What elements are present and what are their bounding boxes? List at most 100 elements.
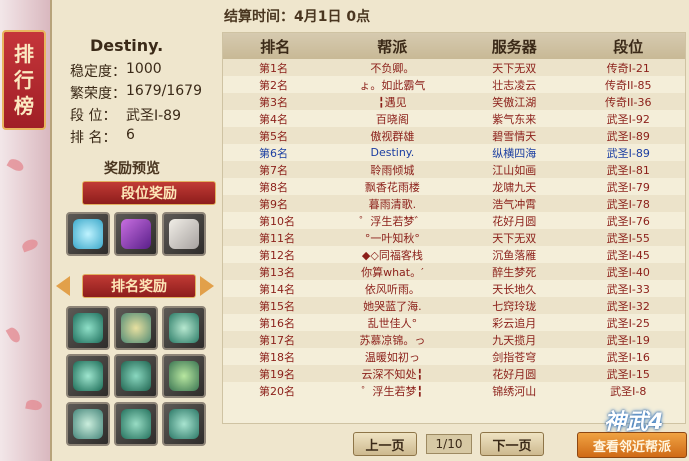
rank-cell: 第19名 (259, 367, 295, 381)
info-value: 6 (126, 127, 135, 143)
table-row[interactable]: 第3名 ╏遇见 笑傲江湖 传奇II-36 (223, 93, 685, 110)
dragon-icon[interactable] (66, 212, 110, 256)
tier-cell: 传奇I-21 (606, 61, 650, 75)
jade-bridge-icon[interactable] (66, 354, 110, 398)
tier-cell: 武圣I-8 (610, 384, 647, 398)
guild-cell: ◆◇同福客栈 (361, 248, 423, 262)
table-row[interactable]: 第7名 聆雨倾城 江山如画 武圣I-81 (223, 161, 685, 178)
tier-cell: 武圣I-78 (606, 197, 650, 211)
table-row[interactable]: 第8名 飘香花雨楼 龙啸九天 武圣I-79 (223, 178, 685, 195)
info-value: 武圣I-89 (126, 108, 181, 124)
prev-page-button[interactable]: 上一页 (353, 432, 417, 456)
info-value: 1000 (126, 61, 162, 77)
rank-cell: 第2名 (259, 78, 288, 92)
rank-cell: 第20名 (259, 384, 295, 398)
guild-cell: 傲视群雄 (370, 129, 415, 143)
jade-arch-icon[interactable] (66, 402, 110, 446)
next-page-button[interactable]: 下一页 (480, 432, 544, 456)
col-server-header: 服务器 (491, 37, 537, 56)
jade-ship-icon[interactable] (66, 306, 110, 350)
rank-cell: 第15名 (259, 299, 295, 313)
jade-temple-icon[interactable] (114, 354, 158, 398)
table-row[interactable]: 第1名 不负卿。 天下无双 传奇I-21 (223, 59, 685, 76)
rank-cell: 第13名 (259, 265, 295, 279)
table-row[interactable]: 第14名 依风听雨。 天长地久 武圣I-33 (223, 280, 685, 297)
tier-cell: 武圣I-19 (606, 333, 650, 347)
table-row[interactable]: 第20名 ゜浮生若梦╏ 锦绣河山 武圣I-8 (223, 382, 685, 399)
player-name: Destiny. (90, 36, 164, 55)
info-label: 繁荣度： (70, 86, 126, 102)
table-row[interactable]: 第17名 苏慕凉锦。っ 九天揽月 武圣I-19 (223, 331, 685, 348)
ranking-table[interactable]: 排名 帮派 服务器 段位 第1名 不负卿。 天下无双 传奇I-21 第2名 ょ。如此霸气壮… (222, 32, 686, 424)
jade-ring-icon[interactable] (162, 402, 206, 446)
prev-arrow-icon[interactable] (56, 276, 70, 296)
ranking-panel: 结算时间：4月1日 0点 Destiny. 稳定度： 1000 繁荣度： 1679/… (50, 0, 689, 461)
server-cell: 碧雪情天 (492, 129, 537, 143)
table-row[interactable]: 第10名 ゜浮生若梦゛ 花好月圆 武圣I-76 (223, 212, 685, 229)
rank-cell: 第4名 (259, 112, 288, 126)
guild-cell: 你算what。′ (361, 265, 424, 279)
info-label: 段 位： (70, 108, 117, 124)
settle-time: 结算时间：4月1日 0点 (224, 9, 371, 25)
next-arrow-icon[interactable] (200, 276, 214, 296)
tier-cell: 武圣I-45 (606, 248, 650, 262)
ranking-banner: 排 行 榜 (2, 30, 46, 130)
guild-cell: 聆雨倾城 (370, 163, 415, 177)
guild-cell: ゜浮生若梦゛ (359, 214, 426, 228)
rank-cell: 第11名 (259, 231, 295, 245)
server-cell: 七窍玲珑 (492, 299, 537, 313)
tier-cell: 武圣I-81 (606, 163, 650, 177)
guild-cell: 乱世佳人° (367, 316, 418, 330)
side-scroll-decoration: 排 行 榜 (0, 0, 50, 461)
server-cell: 浩气冲霄 (492, 197, 537, 211)
tier-cell: 武圣I-79 (606, 180, 650, 194)
jade-pavilion-icon[interactable] (162, 354, 206, 398)
table-row[interactable]: 第12名 ◆◇同福客栈 沉鱼落雁 武圣I-45 (223, 246, 685, 263)
tier-cell: 武圣I-55 (606, 231, 650, 245)
server-cell: 剑指苍穹 (492, 350, 537, 364)
table-row[interactable]: 第15名 她哭蓝了海. 七窍玲珑 武圣I-32 (223, 297, 685, 314)
table-header: 排名 帮派 服务器 段位 (223, 33, 685, 59)
guild-cell: 百晓阁 (375, 112, 409, 126)
book-icon[interactable] (114, 212, 158, 256)
tier-cell: 武圣I-89 (606, 146, 650, 160)
table-row[interactable]: 第2名 ょ。如此霸气 壮志凌云 传奇II-85 (223, 76, 685, 93)
jade-palace-icon[interactable] (114, 306, 158, 350)
tier-cell: 武圣I-40 (606, 265, 650, 279)
info-row: 繁荣度： 1679/1679 (70, 83, 220, 105)
table-row[interactable]: 第11名 °一叶知秋° 天下无双 武圣I-55 (223, 229, 685, 246)
table-row[interactable]: 第19名 云深不知处╏ 花好月圆 武圣I-15 (223, 365, 685, 382)
table-row[interactable]: 第13名 你算what。′ 醉生梦死 武圣I-40 (223, 263, 685, 280)
guild-cell: Destiny. (370, 146, 415, 159)
banner-char: 榜 (14, 94, 34, 118)
guild-cell: ょ。如此霸气 (359, 78, 426, 92)
col-rank-header: 排名 (260, 37, 291, 56)
table-row[interactable]: 第4名 百晓阁 紫气东来 武圣I-92 (223, 110, 685, 127)
server-cell: 沉鱼落雁 (492, 248, 537, 262)
jade-ruins-icon[interactable] (114, 402, 158, 446)
col-guild-header: 帮派 (377, 37, 408, 56)
server-cell: 笑傲江湖 (492, 95, 537, 109)
server-cell: 天长地久 (492, 282, 537, 296)
table-body: 第1名 不负卿。 天下无双 传奇I-21 第2名 ょ。如此霸气 壮志凌云 传奇II-85 第3名… (223, 59, 685, 399)
table-row[interactable]: 第5名 傲视群雄 碧雪情天 武圣I-89 (223, 127, 685, 144)
guild-cell: ╏遇见 (378, 95, 407, 109)
guild-cell: 暮雨清歌. (368, 197, 417, 211)
tier-cell: 传奇II-36 (605, 95, 652, 109)
tier-reward-button[interactable]: 段位奖励 (82, 181, 216, 205)
rank-cell: 第16名 (259, 316, 295, 330)
table-row[interactable]: 第16名 乱世佳人° 彩云追月 武圣I-25 (223, 314, 685, 331)
rank-cell: 第8名 (259, 180, 288, 194)
tier-cell: 武圣I-15 (606, 367, 650, 381)
table-row[interactable]: 第9名 暮雨清歌. 浩气冲霄 武圣I-78 (223, 195, 685, 212)
tier-cell: 武圣I-32 (606, 299, 650, 313)
server-cell: 江山如画 (492, 163, 537, 177)
table-row[interactable]: 第18名 温暖如初っ 剑指苍穹 武圣I-16 (223, 348, 685, 365)
view-nearby-guilds-button[interactable]: 查看邻近帮派 (577, 432, 687, 458)
rank-cell: 第3名 (259, 95, 288, 109)
scroll-icon[interactable] (162, 212, 206, 256)
jade-island-icon[interactable] (162, 306, 206, 350)
info-label: 稳定度： (70, 64, 126, 80)
rank-reward-button[interactable]: 排名奖励 (82, 274, 196, 298)
table-row[interactable]: 第6名 Destiny. 纵横四海 武圣I-89 (223, 144, 685, 161)
